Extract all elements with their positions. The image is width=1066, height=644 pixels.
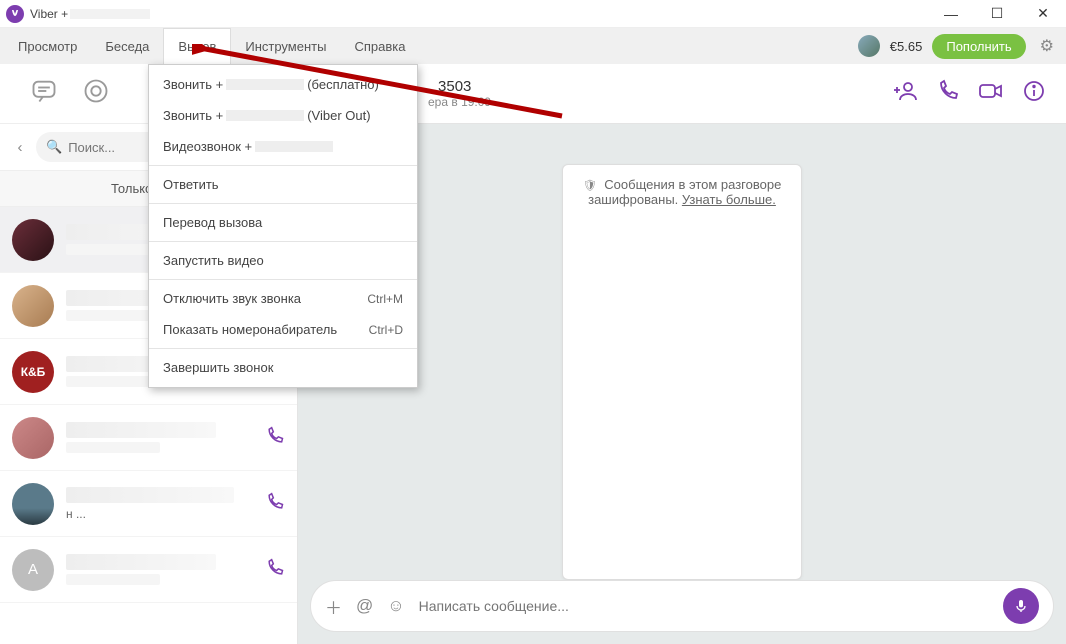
call-icon[interactable] <box>936 79 960 108</box>
avatar: К&Б <box>12 351 54 393</box>
avatar <box>12 285 54 327</box>
menu-help[interactable]: Справка <box>340 28 419 64</box>
window-controls: — ☐ ✕ <box>928 0 1066 28</box>
dd-end-call[interactable]: Завершить звонок <box>149 352 417 383</box>
dd-answer[interactable]: Ответить <box>149 169 417 200</box>
dd-mute[interactable]: Отключить звук звонкаCtrl+M <box>149 283 417 314</box>
avatar: А <box>12 549 54 591</box>
viber-logo-icon <box>6 5 24 23</box>
menubar: Просмотр Беседа Вызов Инструменты Справк… <box>0 28 1066 64</box>
dd-start-video[interactable]: Запустить видео <box>149 245 417 276</box>
topup-button[interactable]: Пополнить <box>932 34 1025 59</box>
encryption-notice: 🛡 Сообщения в этом разговоре зашифрованы… <box>562 164 803 580</box>
dd-transfer[interactable]: Перевод вызова <box>149 207 417 238</box>
menu-chat[interactable]: Беседа <box>91 28 163 64</box>
chat-header-actions <box>894 79 1046 108</box>
dd-video-call[interactable]: Видеозвонок + <box>149 131 417 162</box>
contact-item[interactable]: А <box>0 537 297 603</box>
chats-tab-icon[interactable] <box>30 77 58 110</box>
call-dropdown: Звонить +(бесплатно) Звонить +(Viber Out… <box>148 64 418 388</box>
discover-tab-icon[interactable] <box>82 77 110 110</box>
chat-last-seen: ера в 19:09 <box>428 95 491 109</box>
avatar <box>12 417 54 459</box>
menu-tools[interactable]: Инструменты <box>231 28 340 64</box>
contact-item[interactable] <box>0 405 297 471</box>
phone-icon <box>265 558 285 581</box>
balance: €5.65 <box>890 39 923 54</box>
info-icon[interactable] <box>1022 79 1046 108</box>
gear-icon[interactable]: ⚙ <box>1040 36 1054 56</box>
menu-view[interactable]: Просмотр <box>4 28 91 64</box>
learn-more-link[interactable]: Узнать больше. <box>682 192 776 207</box>
message-input[interactable] <box>419 598 989 614</box>
window-title: Viber + <box>30 7 150 21</box>
attach-icon[interactable]: ＋ <box>325 594 342 619</box>
mention-icon[interactable]: @ <box>356 596 373 616</box>
phone-icon <box>265 492 285 515</box>
menu-call[interactable]: Вызов <box>163 28 231 64</box>
user-avatar-small[interactable] <box>858 35 880 57</box>
back-icon[interactable]: ‹ <box>10 139 30 156</box>
close-button[interactable]: ✕ <box>1020 0 1066 28</box>
mic-button[interactable] <box>1003 588 1039 624</box>
shield-icon: 🛡 <box>583 180 597 192</box>
avatar <box>12 483 54 525</box>
chat-contact-name: X3503 <box>428 78 491 95</box>
add-contact-icon[interactable] <box>894 79 918 108</box>
phone-icon <box>265 426 285 449</box>
chat-input-bar: ＋ @ ☺ <box>310 580 1054 632</box>
contact-item[interactable]: н ... <box>0 471 297 537</box>
sticker-icon[interactable]: ☺ <box>387 596 404 616</box>
dd-dialer[interactable]: Показать номеронабирательCtrl+D <box>149 314 417 345</box>
search-icon: 🔍 <box>46 139 62 155</box>
video-call-icon[interactable] <box>978 79 1004 108</box>
dd-call-free[interactable]: Звонить +(бесплатно) <box>149 69 417 100</box>
minimize-button[interactable]: — <box>928 0 974 28</box>
dd-call-viberout[interactable]: Звонить +(Viber Out) <box>149 100 417 131</box>
maximize-button[interactable]: ☐ <box>974 0 1020 28</box>
titlebar: Viber + — ☐ ✕ <box>0 0 1066 28</box>
avatar <box>12 219 54 261</box>
